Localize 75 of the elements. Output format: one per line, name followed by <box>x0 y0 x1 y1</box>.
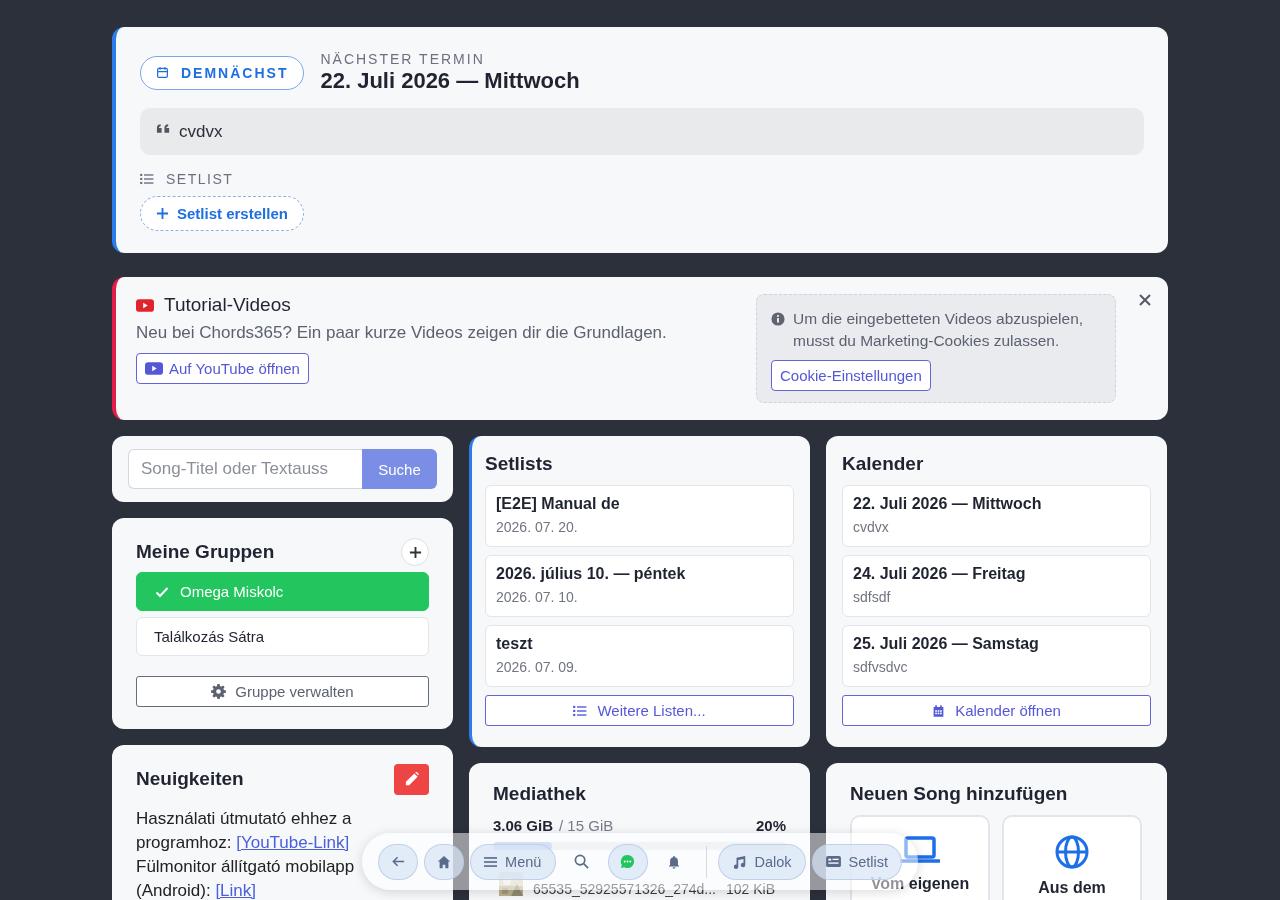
upcoming-badge: DEMNÄCHST <box>140 55 305 90</box>
tutorial-title: Tutorial-Videos <box>164 294 291 316</box>
event-note: sdfvsdvc <box>853 659 909 675</box>
back-arrow-icon <box>390 854 406 869</box>
add-group-button[interactable] <box>401 538 429 566</box>
settings-icon <box>211 684 227 699</box>
globe-icon <box>1055 835 1089 869</box>
setlist-item[interactable]: [E2E] Manual de 2026. 07. 20. <box>485 485 794 547</box>
search-button[interactable]: Suche <box>362 449 437 489</box>
menu-icon <box>484 855 498 868</box>
list-icon <box>573 704 588 717</box>
event-date: 22. Juli 2026 — Mittwoch <box>320 68 580 94</box>
close-button[interactable] <box>1138 293 1152 307</box>
info-icon <box>771 312 785 326</box>
storage-used: 3.06 GiB <box>493 817 554 834</box>
section-label: NÄCHSTER TERMIN <box>320 51 486 67</box>
card-title: Kalender <box>842 453 925 475</box>
setlist-name: [E2E] Manual de <box>496 495 621 513</box>
manage-group-button[interactable]: Gruppe verwalten <box>136 676 429 707</box>
setlist-name: 2026. július 10. — péntek <box>496 565 687 583</box>
group-item[interactable]: Találkozás Sátra <box>136 617 429 656</box>
news-link[interactable]: [YouTube-Link] <box>236 833 350 852</box>
card-title: Neuen Song hinzufügen <box>850 783 1069 805</box>
storage-total: / 15 GiB <box>559 817 614 834</box>
cookie-notice: Um die eingebetteten Videos abzuspielen, musst du Marketing-Cookies zulassen. <box>793 309 1085 351</box>
setlist-date: 2026. 07. 10. <box>496 589 579 605</box>
cookie-settings-button[interactable]: Cookie-Einstellungen <box>771 360 931 391</box>
setlist-date: 2026. 07. 20. <box>496 519 579 535</box>
search-field[interactable]: Song-Titel oder Textauss <box>128 449 362 489</box>
bell-icon <box>666 854 681 869</box>
search-icon <box>574 854 589 869</box>
card-title: Mediathek <box>493 783 587 805</box>
home-icon <box>437 854 451 869</box>
event-note: cvdvx <box>853 519 890 535</box>
card-icon <box>825 855 841 868</box>
pencil-icon <box>404 771 419 787</box>
calendar-item[interactable]: 25. Juli 2026 — Samstag sdfvsdvc <box>842 625 1151 687</box>
news-link[interactable]: [Link] <box>215 881 256 900</box>
calendar-icon <box>156 66 169 79</box>
event-date: 25. Juli 2026 — Samstag <box>853 635 1040 653</box>
setlist-button[interactable]: Setlist <box>811 843 902 880</box>
open-calendar-button[interactable]: Kalender öffnen <box>842 695 1151 726</box>
setlist-name: teszt <box>496 635 534 653</box>
calendar-icon <box>932 703 946 718</box>
setlist-label: SETLIST <box>166 171 234 187</box>
add-song-option[interactable]: Aus dem <box>1002 815 1142 900</box>
card-title: Neuigkeiten <box>136 768 244 790</box>
youtube-button[interactable]: Auf YouTube öffnen <box>136 353 309 384</box>
music-note-icon <box>732 854 747 869</box>
video-play-icon <box>136 298 154 312</box>
edit-button[interactable] <box>394 763 429 795</box>
event-note: cvdvx <box>179 121 223 142</box>
chat-bubble-icon <box>620 854 635 869</box>
tutorial-text: Neu bei Chords365? Ein paar kurze Videos zeigen dir die Grundlagen. <box>136 323 668 343</box>
laptop-icon <box>900 835 940 865</box>
card-title: Meine Gruppen <box>136 541 275 563</box>
card-title: Setlists <box>485 453 554 475</box>
setlist-item[interactable]: teszt 2026. 07. 09. <box>485 625 794 687</box>
storage-percent: 20% <box>755 817 786 834</box>
quote-icon <box>156 122 171 134</box>
list-icon <box>140 173 154 185</box>
file-size: 102 KiB <box>725 882 775 896</box>
create-setlist-button[interactable]: Setlist erstellen <box>140 196 304 231</box>
more-lists-button[interactable]: Weitere Listen... <box>485 695 794 726</box>
event-date: 24. Juli 2026 — Freitag <box>853 565 1027 583</box>
event-note: sdfsdf <box>853 589 892 605</box>
setlist-item[interactable]: 2026. július 10. — péntek 2026. 07. 10. <box>485 555 794 617</box>
setlist-date: 2026. 07. 09. <box>496 659 579 675</box>
calendar-item[interactable]: 24. Juli 2026 — Freitag sdfsdf <box>842 555 1151 617</box>
event-date: 22. Juli 2026 — Mittwoch <box>853 495 1043 513</box>
plus-icon <box>408 545 422 559</box>
plus-icon <box>156 207 169 220</box>
video-play-icon <box>145 362 163 375</box>
calendar-item[interactable]: 22. Juli 2026 — Mittwoch cvdvx <box>842 485 1151 547</box>
file-name: 65535_52925571326_274d... <box>533 882 716 896</box>
